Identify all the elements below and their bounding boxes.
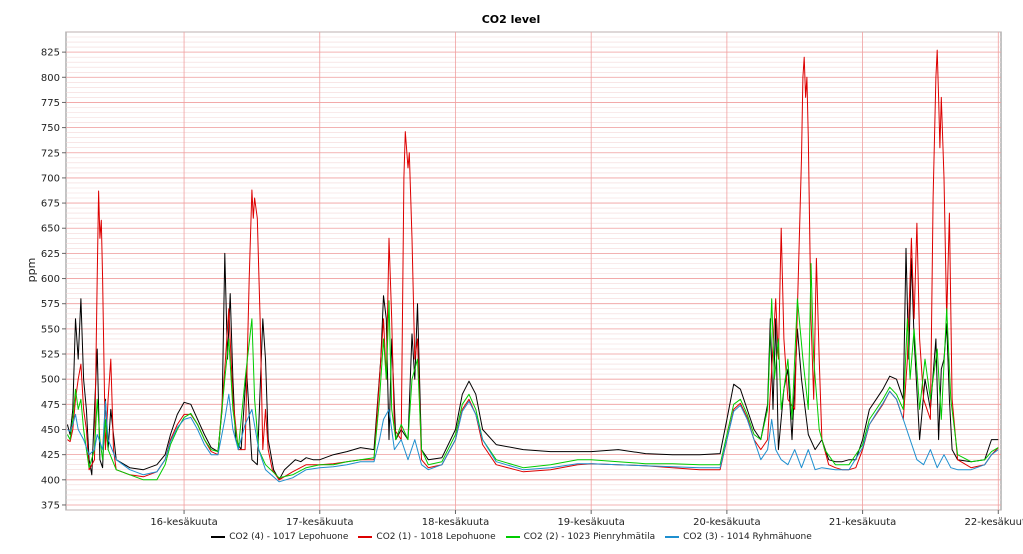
y-tick-label: 825: [41, 48, 60, 59]
y-tick-label: 775: [41, 98, 60, 109]
x-axis: 16-kesäkuuta 17-kesäkuuta 18-kesäkuuta 19-k…: [150, 510, 1023, 528]
co2-line-chart: CO2 level 375 400 425 450 475 500 525 550 575 600…: [25, 13, 1023, 528]
y-axis: 375 400 425 450 475 500 525 550 575 600 625 650 675 7…: [41, 48, 66, 511]
y-tick-label: 475: [41, 400, 60, 411]
y-tick-label: 800: [41, 73, 60, 84]
y-tick-label: 375: [41, 500, 60, 511]
y-tick-label: 625: [41, 249, 60, 260]
legend-label: CO2 (3) - 1014 Ryhmähuone: [683, 532, 812, 542]
y-tick-label: 425: [41, 450, 60, 461]
x-tick-label: 18-kesäkuuta: [422, 517, 489, 528]
legend-label: CO2 (4) - 1017 Lepohuone: [229, 532, 349, 542]
legend-swatch: [358, 536, 373, 538]
legend-item: CO2 (2) - 1023 Pienryhmätila: [505, 532, 656, 542]
y-tick-label: 400: [41, 475, 60, 486]
x-tick-label: 20-kesäkuuta: [693, 517, 760, 528]
y-tick-label: 500: [41, 375, 60, 386]
legend-label: CO2 (2) - 1023 Pienryhmätila: [523, 532, 656, 542]
x-tick-label: 17-kesäkuuta: [286, 517, 353, 528]
chart-frame: CO2 level 375 400 425 450 475 500 525 550 575 600…: [0, 0, 1023, 554]
legend-swatch: [665, 536, 680, 538]
x-tick-label: 21-kesäkuuta: [829, 517, 896, 528]
x-tick-label: 19-kesäkuuta: [557, 517, 624, 528]
legend-item: CO2 (4) - 1017 Lepohuone: [211, 532, 348, 542]
y-tick-label: 575: [41, 299, 60, 310]
x-tick-label: 16-kesäkuuta: [150, 517, 217, 528]
legend-swatch: [211, 536, 226, 538]
legend-label: CO2 (1) - 1018 Lepohuone: [376, 532, 496, 542]
chart-title: CO2 level: [482, 13, 541, 26]
x-tick-label: 22-kesäkuuta: [965, 517, 1023, 528]
legend: CO2 (4) - 1017 Lepohuone CO2 (1) - 1018 L…: [0, 529, 1023, 545]
y-tick-label: 750: [41, 123, 60, 134]
y-tick-label: 600: [41, 274, 60, 285]
y-tick-label: 550: [41, 324, 60, 335]
y-tick-label: 450: [41, 425, 60, 436]
y-tick-label: 525: [41, 350, 60, 361]
y-tick-label: 700: [41, 173, 60, 184]
legend-item: CO2 (1) - 1018 Lepohuone: [358, 532, 496, 542]
y-axis-label: ppm: [25, 258, 38, 283]
y-tick-label: 725: [41, 148, 60, 159]
y-tick-label: 675: [41, 199, 60, 210]
y-tick-label: 650: [41, 224, 60, 235]
legend-item: CO2 (3) - 1014 Ryhmähuone: [665, 532, 812, 542]
legend-swatch: [505, 536, 520, 538]
